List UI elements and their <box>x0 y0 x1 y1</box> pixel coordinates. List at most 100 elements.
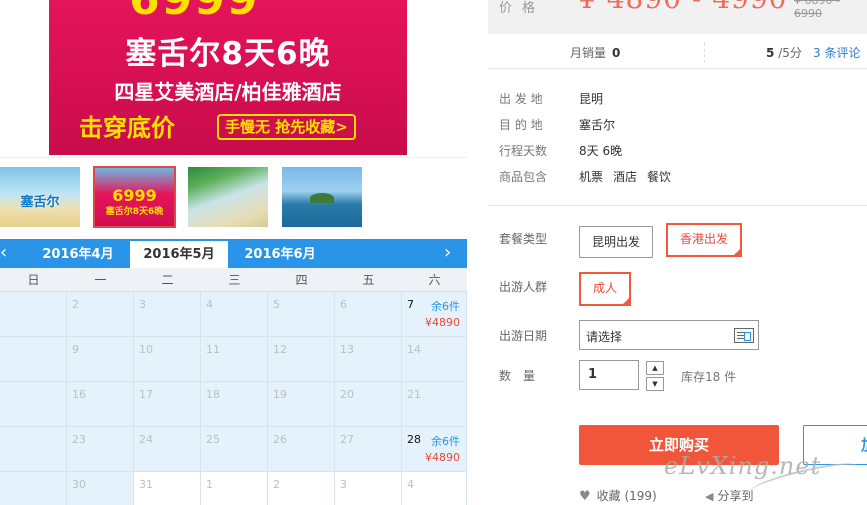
quantity-increase-icon[interactable]: ▲ <box>646 361 664 375</box>
calendar-day: 3 <box>134 292 201 337</box>
day-number: 1 <box>206 478 213 491</box>
day-number: 6 <box>340 298 347 311</box>
calendar-day: 4 <box>201 292 268 337</box>
package-option-kunming[interactable]: 昆明出发 <box>579 226 654 258</box>
calendar-day: 3 <box>335 472 402 505</box>
share-button[interactable]: ◀ 分享到 <box>705 487 753 504</box>
package-option-hongkong-selected[interactable]: 香港出发 ✓ <box>666 223 743 257</box>
calendar-day: 5 <box>268 292 335 337</box>
calendar-next-arrow-icon[interactable]: › <box>444 239 458 268</box>
product-banner-image: 6999 塞舌尔8天6晚 四星艾美酒店/柏佳雅酒店 击穿底价 手慢无 抢先收藏> <box>49 0 407 155</box>
day-number: 27 <box>340 433 354 446</box>
travel-date-picker[interactable]: 请选择 <box>579 320 759 350</box>
thumbnail-1[interactable]: 塞舌尔 <box>0 167 80 227</box>
calendar-icon[interactable] <box>734 328 754 343</box>
quantity-input[interactable]: 1 <box>579 360 639 390</box>
departure-calendar: ‹ 2016年4月 2016年5月 2016年6月 › 日一二三四五六 2345… <box>0 239 467 505</box>
package-type-label: 套餐类型 <box>499 232 548 246</box>
month-tab-june[interactable]: 2016年6月 <box>230 239 330 268</box>
info-values: 塞舌尔 <box>579 116 625 133</box>
info-key: 出 发 地 <box>499 92 543 106</box>
rating-suffix: /5分 <box>778 46 802 60</box>
crowd-option-label: 成人 <box>593 281 618 295</box>
calendar-day: 1 <box>201 472 268 505</box>
calendar-day: 19 <box>268 382 335 427</box>
weekday-label: 二 <box>161 273 174 287</box>
banner-price: 6999 <box>129 0 259 25</box>
calendar-prev-arrow-icon[interactable]: ‹ <box>0 239 14 268</box>
calendar-day <box>0 292 67 337</box>
info-key: 行程天数 <box>499 144 548 158</box>
quantity-decrease-icon[interactable]: ▼ <box>646 377 664 391</box>
favorite-button[interactable]: ♥ 收藏 (199) <box>579 487 657 504</box>
day-number: 18 <box>206 388 220 401</box>
day-number: 4 <box>206 298 213 311</box>
calendar-day: 21 <box>402 382 467 427</box>
info-values: 机票 酒店 餐饮 <box>579 168 681 185</box>
day-number: 7 <box>407 298 414 311</box>
day-number: 23 <box>72 433 86 446</box>
calendar-day: 20 <box>335 382 402 427</box>
calendar-day: 25 <box>201 427 268 472</box>
day-number: 24 <box>139 433 153 446</box>
day-price: ¥4890 <box>425 316 460 329</box>
island-shape <box>310 193 334 203</box>
day-number: 3 <box>139 298 146 311</box>
thumbnail-subcaption: 塞舌尔8天6晚 <box>105 207 164 217</box>
day-number: 14 <box>407 343 421 356</box>
day-number: 19 <box>273 388 287 401</box>
day-number: 30 <box>72 478 86 491</box>
package-option-label: 香港出发 <box>680 232 729 246</box>
travel-date-label: 出游日期 <box>499 329 548 343</box>
check-icon: ✓ <box>735 247 742 255</box>
price-label: 价格 <box>499 1 546 16</box>
share-label: 分享到 <box>717 489 754 503</box>
crowd-option-adult-selected[interactable]: 成人 ✓ <box>579 272 632 306</box>
product-page: 6999 塞舌尔8天6晚 四星艾美酒店/柏佳雅酒店 击穿底价 手慢无 抢先收藏>… <box>0 0 867 505</box>
weekday-label: 日 <box>27 273 40 287</box>
calendar-day: 23 <box>67 427 134 472</box>
day-number: 9 <box>72 343 79 356</box>
info-key: 商品包含 <box>499 170 548 184</box>
day-number: 10 <box>139 343 153 356</box>
calendar-day: 27 <box>335 427 402 472</box>
calendar-day: 16 <box>67 382 134 427</box>
day-number: 2 <box>273 478 280 491</box>
day-number: 4 <box>407 478 414 491</box>
calendar-day <box>0 382 67 427</box>
weekday-label: 一 <box>94 273 107 287</box>
info-key: 目 的 地 <box>499 118 543 132</box>
day-number: 13 <box>340 343 354 356</box>
calendar-day: 4 <box>402 472 467 505</box>
calendar-day <box>0 337 67 382</box>
weekday-label: 四 <box>295 273 308 287</box>
calendar-day: 2 <box>268 472 335 505</box>
info-values: 8天 6晚 <box>579 142 632 159</box>
thumbnail-2-selected[interactable]: 6999 塞舌尔8天6晚 <box>93 166 176 228</box>
banner-hotels: 四星艾美酒店/柏佳雅酒店 <box>114 80 342 104</box>
calendar-day-available[interactable]: 7 余6件 ¥4890 <box>402 292 467 337</box>
calendar-day: 26 <box>268 427 335 472</box>
day-stock: 余6件 <box>431 435 460 448</box>
share-icon: ◀ <box>705 490 714 503</box>
calendar-day <box>0 472 67 505</box>
info-value: 8天 6晚 <box>579 144 623 158</box>
calendar-day-available[interactable]: 28 余6件 ¥4890 <box>402 427 467 472</box>
calendar-day <box>0 427 67 472</box>
thumbnail-3[interactable] <box>188 167 268 227</box>
info-value: 餐饮 <box>647 170 672 184</box>
calendar-day: 18 <box>201 382 268 427</box>
month-tab-may[interactable]: 2016年5月 <box>130 241 228 268</box>
rating: 5 /5分 <box>766 44 802 61</box>
reviews-link[interactable]: 3 条评论 <box>813 44 860 61</box>
day-price: ¥4890 <box>425 451 460 464</box>
date-placeholder: 请选择 <box>586 330 623 344</box>
day-stock: 余6件 <box>431 300 460 313</box>
original-price: ¥ 6890 - 6990 <box>794 0 840 20</box>
thumbnail-4[interactable] <box>282 167 362 227</box>
month-tab-april[interactable]: 2016年4月 <box>28 239 128 268</box>
weekday-label: 五 <box>362 273 375 287</box>
day-number: 3 <box>340 478 347 491</box>
price-bar: 价格 ¥ 4890 - 4990 ¥ 6890 - 6990 <box>488 0 867 34</box>
divider <box>0 157 467 158</box>
